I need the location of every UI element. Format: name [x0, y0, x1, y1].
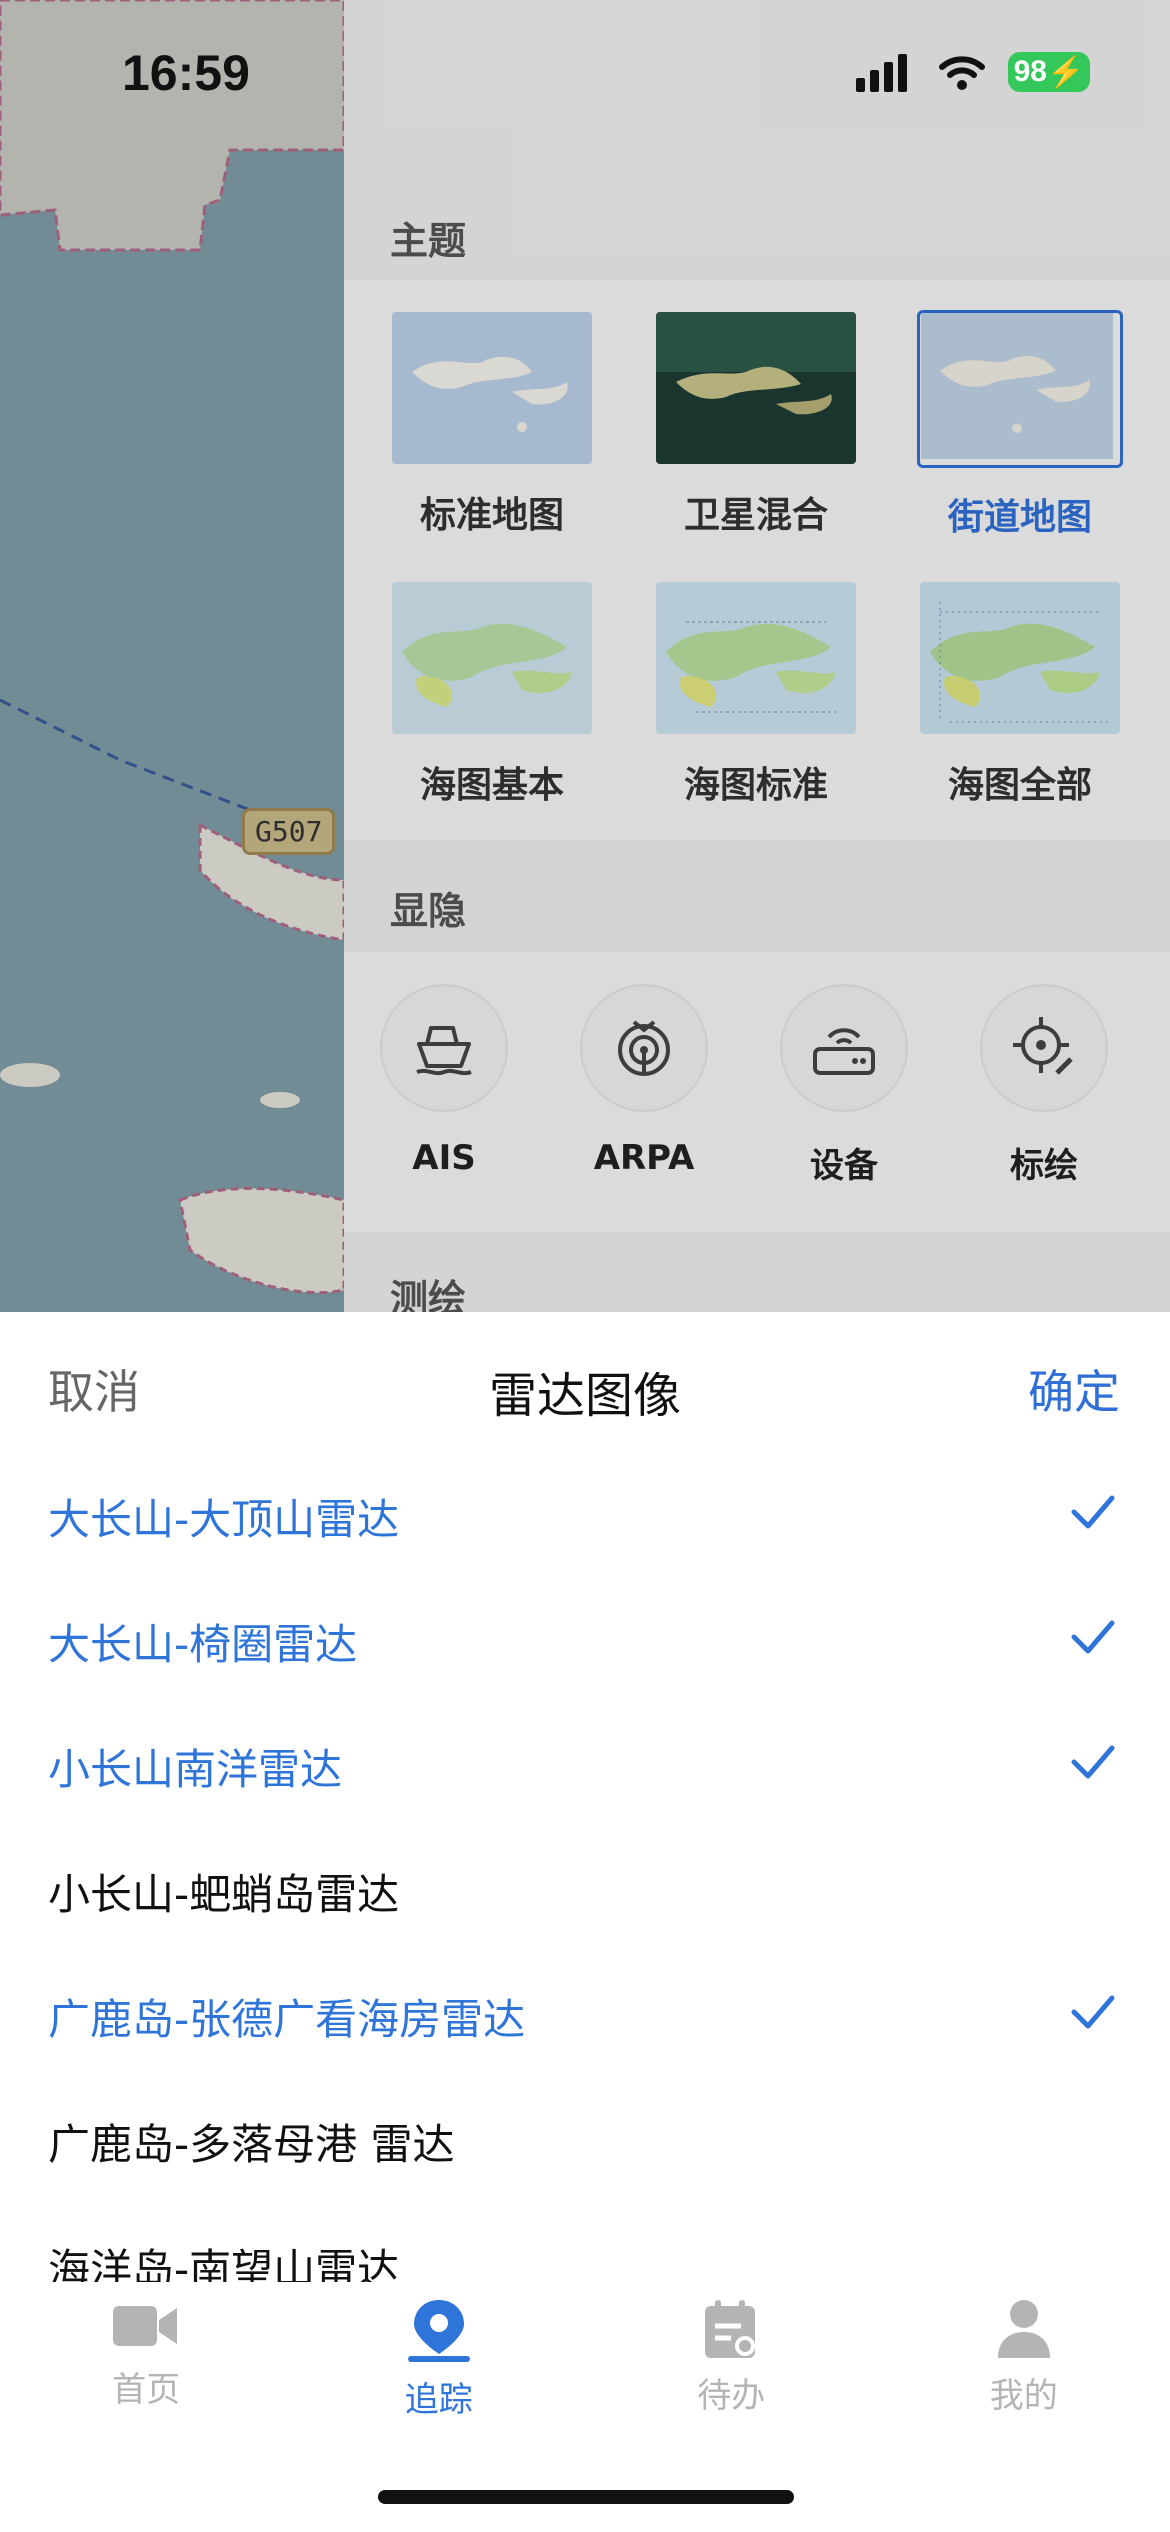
- radar-list[interactable]: 大长山-大顶山雷达 大长山-椅圈雷达 小长山南洋雷达 小长山-蚆蛸岛雷达 广鹿岛…: [0, 1452, 1170, 2312]
- tab-tracking[interactable]: 追踪: [339, 2298, 539, 2421]
- radar-name: 广鹿岛-张德广看海房雷达: [48, 1995, 526, 2044]
- person-icon: [997, 2300, 1050, 2358]
- wifi-icon: [939, 56, 985, 90]
- confirm-button[interactable]: 确定: [1028, 1356, 1120, 1422]
- radar-name: 大长山-椅圈雷达: [48, 1620, 358, 1669]
- tab-home[interactable]: 首页: [46, 2298, 246, 2421]
- radar-option[interactable]: 广鹿岛-多落母港 雷达: [0, 2077, 1170, 2202]
- radar-option[interactable]: 大长山-椅圈雷达: [0, 1577, 1170, 1702]
- tab-label: 首页: [112, 2370, 181, 2410]
- video-camera-icon: [113, 2306, 178, 2346]
- radar-option[interactable]: 大长山-大顶山雷达: [0, 1452, 1170, 1577]
- tab-label: 我的: [989, 2376, 1058, 2416]
- checkmark-icon: [1071, 1745, 1115, 1779]
- location-pin-icon: [407, 2300, 470, 2362]
- sheet-title: 雷达图像: [488, 1368, 681, 1424]
- radar-option[interactable]: 小长山南洋雷达: [0, 1702, 1170, 1827]
- charging-bolt-icon: ⚡: [1047, 55, 1085, 89]
- task-calendar-icon: [705, 2300, 756, 2358]
- checkmark-icon: [1071, 1995, 1115, 2029]
- radar-option[interactable]: 广鹿岛-张德广看海房雷达: [0, 1952, 1170, 2077]
- radar-name: 小长山南洋雷达: [48, 1745, 343, 1794]
- tab-bar: 首页 追踪 待办 我的: [0, 2282, 1170, 2532]
- status-bar: 16:59 98 ⚡: [0, 0, 1170, 150]
- tab-label: 追踪: [404, 2380, 473, 2420]
- radar-name: 广鹿岛-多落母港 雷达: [48, 2120, 455, 2169]
- checkmark-icon: [1071, 1495, 1115, 1529]
- home-indicator[interactable]: [378, 2490, 794, 2504]
- radar-option[interactable]: 小长山-蚆蛸岛雷达: [0, 1827, 1170, 1952]
- checkmark-icon: [1071, 1620, 1115, 1654]
- cellular-signal-icon: [856, 54, 907, 92]
- battery-indicator: 98 ⚡: [1008, 52, 1090, 92]
- sheet-header: 取消 雷达图像 确定: [0, 1312, 1170, 1452]
- tab-profile[interactable]: 我的: [924, 2298, 1124, 2421]
- status-icons: 98 ⚡: [856, 52, 1090, 92]
- dim-overlay[interactable]: [0, 0, 1170, 1312]
- tab-label: 待办: [697, 2376, 766, 2416]
- radar-name: 大长山-大顶山雷达: [48, 1495, 400, 1544]
- status-time: 16:59: [122, 45, 250, 101]
- radar-name: 小长山-蚆蛸岛雷达: [48, 1870, 400, 1919]
- battery-level: 98: [1013, 55, 1047, 88]
- tab-todo[interactable]: 待办: [631, 2298, 831, 2421]
